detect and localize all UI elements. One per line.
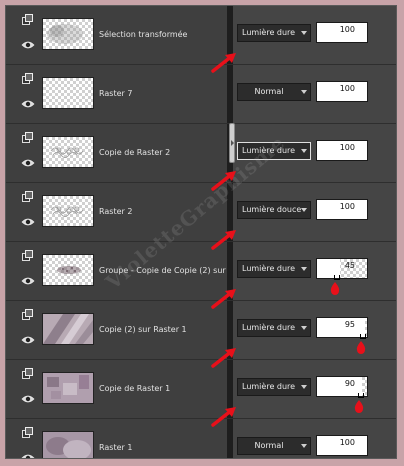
layer-name[interactable]: Groupe - Copie de Copie (2) sur R (99, 266, 227, 275)
layer-thumbnail[interactable] (42, 195, 94, 227)
blend-mode-dropdown[interactable]: Lumière dure (237, 260, 311, 278)
opacity-fill (317, 377, 362, 396)
eye-icon[interactable] (21, 158, 35, 168)
layer-row[interactable]: Groupe - Copie de Copie (2) sur R Lumièr… (6, 242, 396, 301)
blend-mode-label: Lumière dure (242, 146, 296, 155)
opacity-slider[interactable]: 100 (316, 22, 368, 43)
opacity-value: 100 (339, 438, 355, 447)
layer-thumbnail[interactable] (42, 431, 94, 458)
layer-stack-icon[interactable] (22, 427, 34, 439)
eye-icon[interactable] (21, 99, 35, 109)
opacity-fill (317, 318, 365, 337)
blend-mode-dropdown[interactable]: Lumière dure (237, 319, 311, 337)
blend-mode-label: Lumière dure (242, 382, 296, 391)
layer-stack-icon[interactable] (22, 250, 34, 262)
blend-mode-dropdown[interactable]: Normal (237, 437, 311, 455)
opacity-slider[interactable]: 100 (316, 435, 368, 456)
blend-mode-label: Normal (254, 87, 284, 96)
eye-icon[interactable] (21, 394, 35, 404)
layer-name[interactable]: Raster 1 (99, 443, 227, 452)
layer-icons (18, 189, 38, 233)
layer-row[interactable]: Copie (2) sur Raster 1 Lumière dure 95 (6, 301, 396, 360)
layer-icons (18, 366, 38, 410)
opacity-value: 45 (344, 261, 355, 270)
layer-thumbnail[interactable] (42, 254, 94, 286)
blend-mode-dropdown[interactable]: Normal (237, 83, 311, 101)
expand-arrow-icon (231, 140, 234, 146)
chevron-down-icon (301, 90, 307, 94)
layers-panel: Sélection transformée Lumière dure 100 R… (5, 5, 397, 459)
layer-name[interactable]: Copie de Raster 1 (99, 384, 227, 393)
layer-thumbnail[interactable] (42, 77, 94, 109)
layer-name[interactable]: Copie de Raster 2 (99, 148, 227, 157)
opacity-value: 100 (339, 25, 355, 34)
layer-stack-icon[interactable] (22, 191, 34, 203)
opacity-slider[interactable]: 100 (316, 81, 368, 102)
blend-mode-label: Normal (254, 441, 284, 450)
opacity-knob[interactable] (358, 393, 364, 398)
chevron-down-icon (301, 208, 307, 212)
opacity-slider[interactable]: 90 (316, 376, 368, 398)
blend-mode-dropdown[interactable]: Lumière dure (237, 142, 311, 160)
layer-icons (18, 12, 38, 56)
chevron-down-icon (301, 385, 307, 389)
chevron-down-icon (301, 31, 307, 35)
layer-stack-icon[interactable] (22, 14, 34, 26)
layer-stack-icon[interactable] (22, 73, 34, 85)
layer-row[interactable]: Copie de Raster 1 Lumière dure 90 (6, 360, 396, 419)
panel-resize-handle[interactable] (229, 123, 235, 163)
opacity-slider[interactable]: 100 (316, 140, 368, 161)
chevron-down-icon (301, 149, 307, 153)
layer-name[interactable]: Sélection transformée (99, 30, 227, 39)
opacity-slider[interactable]: 95 (316, 317, 368, 339)
eye-icon[interactable] (21, 335, 35, 345)
layer-icons (18, 425, 38, 459)
layer-stack-icon[interactable] (22, 368, 34, 380)
blend-mode-dropdown[interactable]: Lumière dure (237, 24, 311, 42)
blend-mode-dropdown[interactable]: Lumière dure (237, 378, 311, 396)
chevron-down-icon (301, 444, 307, 448)
chevron-down-icon (301, 267, 307, 271)
blend-mode-label: Lumière dure (242, 264, 296, 273)
eye-icon[interactable] (21, 276, 35, 286)
layer-stack-icon[interactable] (22, 309, 34, 321)
layer-row[interactable]: Sélection transformée Lumière dure 100 (6, 6, 396, 65)
layer-row[interactable]: Copie de Raster 2 Lumière dure 100 (6, 124, 396, 183)
layer-thumbnail[interactable] (42, 372, 94, 404)
blend-mode-label: Lumière douce (242, 205, 302, 214)
layer-thumbnail[interactable] (42, 136, 94, 168)
opacity-slider[interactable]: 100 (316, 199, 368, 220)
layer-icons (18, 71, 38, 115)
layer-name[interactable]: Raster 2 (99, 207, 227, 216)
layer-icons (18, 307, 38, 351)
opacity-value: 100 (339, 202, 355, 211)
opacity-value: 95 (344, 320, 355, 329)
opacity-value: 100 (339, 143, 355, 152)
layer-row[interactable]: Raster 7 Normal 100 (6, 65, 396, 124)
blend-mode-dropdown[interactable]: Lumière douce (237, 201, 311, 219)
opacity-knob[interactable] (334, 275, 340, 280)
eye-icon[interactable] (21, 453, 35, 459)
opacity-knob[interactable] (360, 334, 366, 339)
blend-mode-label: Lumière dure (242, 28, 296, 37)
opacity-value: 90 (344, 379, 355, 388)
blend-mode-label: Lumière dure (242, 323, 296, 332)
opacity-slider[interactable]: 45 (316, 258, 368, 280)
layer-name[interactable]: Copie (2) sur Raster 1 (99, 325, 227, 334)
layer-stack-icon[interactable] (22, 132, 34, 144)
layer-name[interactable]: Raster 7 (99, 89, 227, 98)
eye-icon[interactable] (21, 40, 35, 50)
layer-icons (18, 130, 38, 174)
eye-icon[interactable] (21, 217, 35, 227)
layer-icons (18, 248, 38, 292)
layer-row[interactable]: Raster 2 Lumière douce 100 (6, 183, 396, 242)
layer-thumbnail[interactable] (42, 18, 94, 50)
layer-row[interactable]: Raster 1 Normal 100 (6, 419, 396, 459)
chevron-down-icon (301, 326, 307, 330)
opacity-value: 100 (339, 84, 355, 93)
layer-thumbnail[interactable] (42, 313, 94, 345)
